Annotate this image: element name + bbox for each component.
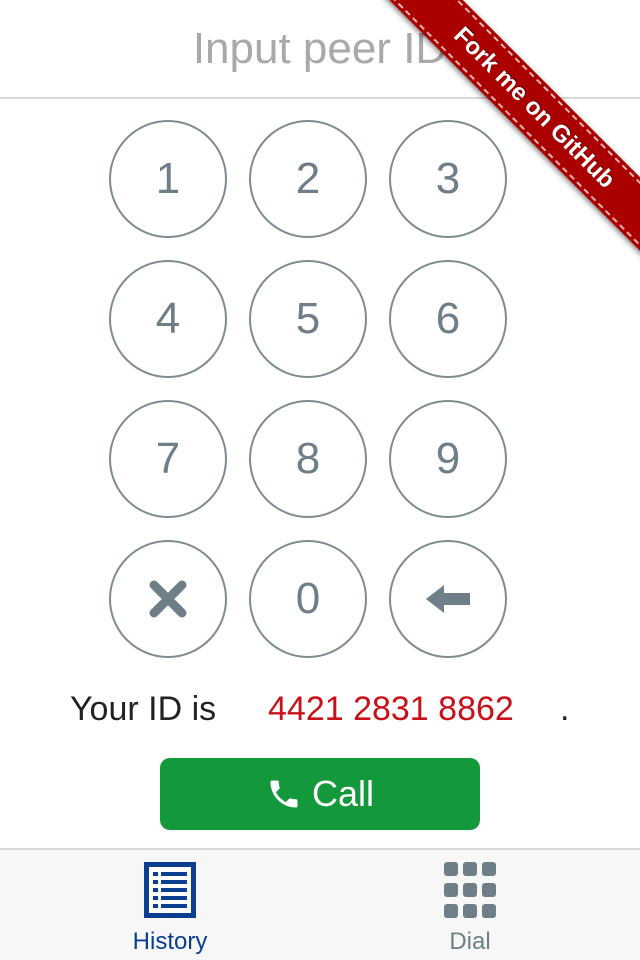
my-id-value: 4421 2831 8862 <box>268 690 514 728</box>
list-icon <box>144 862 196 918</box>
call-button[interactable]: Call <box>160 758 480 830</box>
key-5[interactable]: 5 <box>249 260 367 378</box>
key-4[interactable]: 4 <box>109 260 227 378</box>
my-id-line: Your ID is 4421 2831 8862 . <box>0 684 640 736</box>
backspace-button[interactable] <box>389 540 507 658</box>
key-7[interactable]: 7 <box>109 400 227 518</box>
my-id-label: Your ID is <box>70 690 217 728</box>
ribbon-label: Fork me on GitHub <box>369 0 640 273</box>
fork-github-ribbon[interactable]: Fork me on GitHub <box>367 0 640 275</box>
key-9[interactable]: 9 <box>389 400 507 518</box>
call-button-label: Call <box>311 773 374 814</box>
arrow-left-icon <box>426 585 470 613</box>
key-2[interactable]: 2 <box>249 120 367 238</box>
grid-icon <box>444 862 496 918</box>
tab-history-label: History <box>132 928 208 955</box>
github-ribbon-container: Fork me on GitHub <box>360 0 640 280</box>
my-id-suffix: . <box>560 690 570 728</box>
key-0[interactable]: 0 <box>249 540 367 658</box>
app-screen: 1 2 3 4 5 6 7 8 9 0 Your ID is 4421 2831… <box>0 0 640 960</box>
clear-button[interactable] <box>109 540 227 658</box>
phone-icon <box>266 776 302 812</box>
bottom-tab-bar: History Dial <box>0 848 640 960</box>
tab-dial-label: Dial <box>449 928 491 955</box>
key-8[interactable]: 8 <box>249 400 367 518</box>
close-icon <box>149 580 187 618</box>
tab-dial[interactable]: Dial <box>310 850 630 960</box>
key-1[interactable]: 1 <box>109 120 227 238</box>
tab-history[interactable]: History <box>10 850 330 960</box>
